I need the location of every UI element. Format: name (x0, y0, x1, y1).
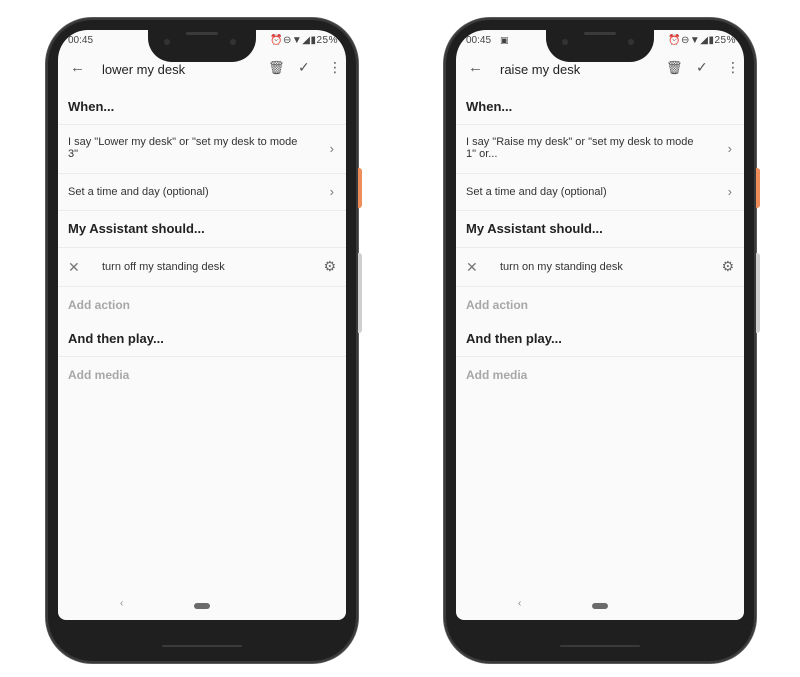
add-media-row[interactable]: Add media (456, 357, 744, 391)
more-options-icon[interactable]: ⋮ (328, 59, 342, 76)
status-notification-icon: ▣ (500, 35, 509, 45)
save-check-icon[interactable]: ✓ (298, 59, 310, 76)
power-button (756, 168, 760, 208)
system-nav-bar: ‹ (58, 592, 346, 620)
then-play-section: And then play... (58, 322, 346, 357)
delete-icon[interactable]: 🗑 (268, 60, 285, 76)
phone-screen: 00:45 ▣ ⏰⊖▼◢▮25% ← raise my desk 🗑 ✓ ⋮ W… (456, 30, 744, 620)
app-bar: ← lower my desk 🗑 ✓ ⋮ (58, 56, 346, 84)
status-time: 00:45 (466, 35, 492, 46)
when-heading: When... (68, 99, 115, 114)
settings-gear-icon[interactable]: ⚙ (323, 258, 336, 275)
status-time: 00:45 (68, 35, 94, 46)
remove-action-icon[interactable]: ✕ (466, 259, 478, 276)
assistant-heading: My Assistant should... (466, 221, 603, 236)
schedule-text: Set a time and day (optional) (68, 186, 209, 198)
add-action-link[interactable]: Add action (58, 287, 346, 312)
remove-action-icon[interactable]: ✕ (68, 259, 80, 276)
status-icons: ⏰⊖▼◢▮25% (668, 35, 736, 46)
schedule-row[interactable]: Set a time and day (optional) › (58, 174, 346, 211)
earpiece-speaker (584, 32, 616, 35)
action-row[interactable]: ✕ turn on my standing desk ⚙ (456, 248, 744, 287)
trigger-row[interactable]: I say "Lower my desk" or "set my desk to… (58, 125, 346, 174)
nav-back-icon[interactable]: ‹ (120, 598, 123, 609)
nav-back-icon[interactable]: ‹ (518, 598, 521, 609)
earpiece-speaker (186, 32, 218, 35)
settings-gear-icon[interactable]: ⚙ (721, 258, 734, 275)
phone-frame-right: 00:45 ▣ ⏰⊖▼◢▮25% ← raise my desk 🗑 ✓ ⋮ W… (444, 18, 760, 663)
back-arrow-icon[interactable]: ← (70, 59, 85, 76)
action-text: turn off my standing desk (102, 261, 225, 273)
chevron-right-icon: › (329, 141, 334, 156)
bottom-speaker (162, 645, 242, 647)
home-pill[interactable] (592, 603, 608, 609)
more-options-icon[interactable]: ⋮ (726, 59, 740, 76)
add-action-link[interactable]: Add action (456, 287, 744, 312)
trigger-text: I say "Raise my desk" or "set my desk to… (466, 136, 694, 160)
bottom-speaker (560, 645, 640, 647)
routine-title: lower my desk (102, 62, 186, 77)
home-pill[interactable] (194, 603, 210, 609)
add-action-row[interactable]: Add action (58, 287, 346, 321)
volume-button (358, 253, 362, 333)
volume-button (756, 253, 760, 333)
delete-icon[interactable]: 🗑 (666, 60, 683, 76)
schedule-row[interactable]: Set a time and day (optional) › (456, 174, 744, 211)
add-media-link[interactable]: Add media (58, 357, 346, 382)
then-play-section: And then play... (456, 322, 744, 357)
action-row[interactable]: ✕ turn off my standing desk ⚙ (58, 248, 346, 287)
front-camera-icon (562, 39, 568, 45)
routine-title: raise my desk (500, 62, 581, 77)
action-text: turn on my standing desk (500, 261, 623, 273)
then-play-heading: And then play... (466, 331, 562, 346)
chevron-right-icon: › (329, 184, 334, 199)
power-button (358, 168, 362, 208)
schedule-text: Set a time and day (optional) (466, 186, 607, 198)
phone-frame-left: 00:45 ⏰⊖▼◢▮25% ← lower my desk 🗑 ✓ ⋮ Whe… (46, 18, 362, 663)
assistant-section: My Assistant should... (58, 211, 346, 248)
front-camera-icon (628, 39, 634, 45)
front-camera-icon (164, 39, 170, 45)
assistant-heading: My Assistant should... (68, 221, 205, 236)
when-section: When... (456, 90, 744, 125)
system-nav-bar: ‹ (456, 592, 744, 620)
then-play-heading: And then play... (68, 331, 164, 346)
when-section: When... (58, 90, 346, 125)
add-action-row[interactable]: Add action (456, 287, 744, 321)
chevron-right-icon: › (727, 141, 732, 156)
status-icons: ⏰⊖▼◢▮25% (270, 35, 338, 46)
add-media-link[interactable]: Add media (456, 357, 744, 382)
trigger-row[interactable]: I say "Raise my desk" or "set my desk to… (456, 125, 744, 174)
when-heading: When... (466, 99, 513, 114)
save-check-icon[interactable]: ✓ (696, 59, 708, 76)
trigger-text: I say "Lower my desk" or "set my desk to… (68, 136, 298, 160)
app-bar: ← raise my desk 🗑 ✓ ⋮ (456, 56, 744, 84)
add-media-row[interactable]: Add media (58, 357, 346, 391)
phone-screen: 00:45 ⏰⊖▼◢▮25% ← lower my desk 🗑 ✓ ⋮ Whe… (58, 30, 346, 620)
front-camera-icon (230, 39, 236, 45)
back-arrow-icon[interactable]: ← (468, 59, 483, 76)
chevron-right-icon: › (727, 184, 732, 199)
assistant-section: My Assistant should... (456, 211, 744, 248)
